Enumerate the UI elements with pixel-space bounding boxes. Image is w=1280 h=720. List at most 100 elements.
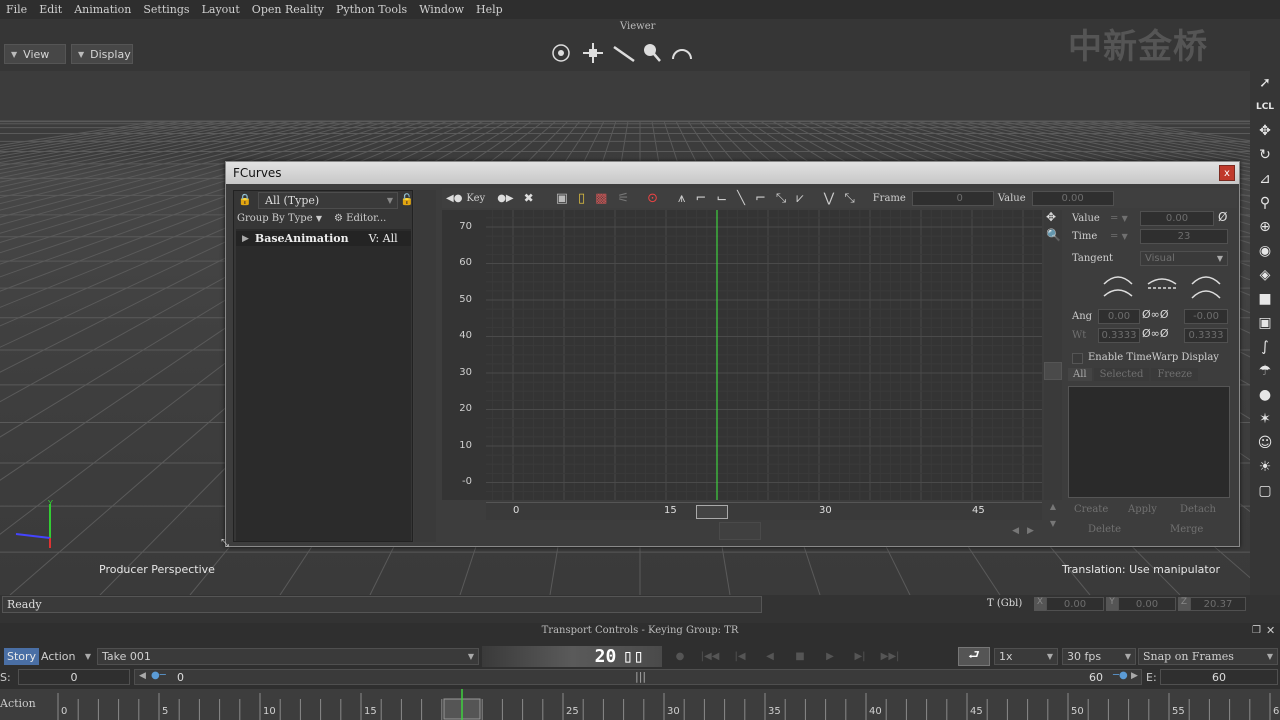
action-dropdown[interactable]: Action ▼ [37,648,95,665]
close-transport-icon[interactable]: ✕ [1266,624,1275,637]
tangent-auto-icon[interactable]: ⩗ [796,191,803,206]
pan-icon[interactable] [583,43,603,63]
delete-key-icon[interactable]: ✖ [524,191,534,205]
tw-merge-button[interactable]: Merge [1170,524,1203,535]
local-icon[interactable]: LCL [1250,95,1280,119]
fcurve-graph[interactable] [486,210,1042,500]
menu-python-tools[interactable]: Python Tools [330,3,413,16]
filter-icon[interactable]: ⚟ [617,191,629,206]
y-coord-field[interactable]: 0.00 [1118,597,1176,611]
time-ruler[interactable]: 0 15 30 45 [486,502,1042,520]
scale-icon[interactable]: ⊿ [1250,167,1280,191]
play-backward-icon[interactable]: ◀ [758,647,782,665]
scroll-right-icon[interactable]: ▶ [1027,526,1034,536]
next-key-icon[interactable]: ●▶ [497,193,513,204]
tangent-tcb-icon[interactable]: ⩚ [678,191,685,206]
globe-icon[interactable]: ◉ [1250,239,1280,263]
menu-layout[interactable]: Layout [196,3,246,16]
timewarp-checkbox[interactable] [1072,353,1083,364]
menu-edit[interactable]: Edit [33,3,68,16]
tangent-stepped-icon[interactable]: ⌐ [755,191,766,206]
frame-icon[interactable]: ▢ [1250,479,1280,503]
weight-right-field[interactable]: 0.3333 [1184,328,1228,343]
graph-scroll-handle[interactable] [1044,362,1062,380]
timewarp-list[interactable] [1068,386,1230,498]
prev-key-frame-icon[interactable]: |◀ [728,647,752,665]
fcurves-title-bar[interactable]: FCurves [226,162,1239,184]
translate-icon[interactable]: ✥ [1250,119,1280,143]
time-op-dropdown[interactable]: = ▼ [1110,231,1128,242]
tree-row-baseanimation[interactable]: ▶ BaseAnimation V: All [236,231,411,246]
angle-right-field[interactable]: -0.00 [1184,309,1228,324]
view-options-icon[interactable]: ▩ [595,191,607,206]
reset-value-icon[interactable]: Ø [1218,210,1227,224]
curve-icon[interactable]: ∫ [1250,335,1280,359]
loop-toggle-button[interactable]: ⮐ [958,647,990,666]
box-icon[interactable]: ▣ [1250,311,1280,335]
x-coord-field[interactable]: 0.00 [1046,597,1104,611]
timeline-ruler[interactable]: 051015202530354045505560 [38,689,1280,720]
record-icon[interactable]: ● [668,647,692,665]
angle-left-field[interactable]: 0.00 [1098,309,1140,324]
scroll-arrows[interactable]: ◀ ▶ [1004,522,1042,540]
menu-settings[interactable]: Settings [137,3,195,16]
start-frame-field[interactable]: 0 [18,669,130,685]
horizontal-scroll-handle[interactable] [719,522,761,540]
range-left-arrow-icon[interactable]: ◀ [139,671,146,681]
range-start-handle-icon[interactable]: ●─ [151,670,166,681]
goto-end-icon[interactable]: ▶▶| [878,647,902,665]
story-tab[interactable]: Story [4,648,40,665]
range-right-arrow-icon[interactable]: ▶ [1131,671,1138,681]
filter-dropdown[interactable]: All (Type) ▼ [258,192,398,209]
angle-lock-icon[interactable]: Ø∞Ø [1142,308,1168,321]
fps-dropdown[interactable]: 30 fps ▼ [1062,648,1136,665]
resize-grip-icon[interactable]: ⤡ [221,538,231,549]
lock-right-icon[interactable]: 🔓 [400,193,414,207]
close-button[interactable]: x [1219,165,1235,181]
pivot-icon[interactable]: ⊕ [1250,215,1280,239]
tangent-constant-icon[interactable]: ⌙ [716,191,727,206]
sphere-icon[interactable]: ● [1250,383,1280,407]
tangent-preset-smooth-icon[interactable] [1147,278,1177,289]
dolly-icon[interactable] [613,45,635,63]
scroll-left-icon[interactable]: ◀ [1012,526,1019,536]
tw-tab-selected[interactable]: Selected [1093,368,1150,381]
tangent-dropdown[interactable]: Visual ▼ [1140,251,1228,266]
zoom-icon[interactable] [644,44,661,62]
tangent-step-icon[interactable]: ⌐ [695,191,706,206]
display-menu-button[interactable]: ▼ Display [71,44,133,64]
stop-icon[interactable]: ■ [788,647,812,665]
menu-animation[interactable]: Animation [68,3,137,16]
speed-dropdown[interactable]: 1x ▼ [994,648,1058,665]
tangent-preset-break-icon[interactable] [1191,276,1221,299]
frame-field[interactable]: 0 [911,190,994,206]
goto-start-icon[interactable]: |◀◀ [698,647,722,665]
tw-tab-freeze[interactable]: Freeze [1151,368,1199,381]
flatten-icon[interactable]: ⋁ [824,191,835,206]
menu-open-reality[interactable]: Open Reality [246,3,330,16]
weight-lock-icon[interactable]: Ø∞Ø [1142,327,1168,340]
tangent-preset-auto-icon[interactable] [1103,276,1133,297]
current-frame-display[interactable]: 20 ▯▯ [482,646,662,667]
vertical-scroll-arrows[interactable]: ▲ ▼ [1044,502,1062,540]
restore-window-icon[interactable]: ❐ [1252,625,1261,636]
play-forward-icon[interactable]: ▶ [818,647,842,665]
z-coord-field[interactable]: 20.37 [1190,597,1246,611]
roll-icon[interactable] [672,49,692,60]
link-icon[interactable]: ⚲ [1250,191,1280,215]
value-prop-field[interactable]: 0.00 [1140,211,1214,226]
skeleton-icon[interactable]: ✶ [1250,407,1280,431]
splitter[interactable] [414,190,436,542]
character-icon[interactable]: ☺ [1250,431,1280,455]
time-prop-field[interactable]: 23 [1140,229,1228,244]
cube-icon[interactable]: ■ [1250,287,1280,311]
ruler-current-frame-handle[interactable] [696,505,728,519]
tw-tab-all[interactable]: All [1068,368,1092,381]
lock-icon[interactable]: 🔒 [238,193,254,207]
expand-arrow-icon[interactable]: ▶ [242,234,249,244]
prev-key-icon[interactable]: ◀● [446,193,462,204]
weight-left-field[interactable]: 0.3333 [1098,328,1140,343]
frame-selection-icon[interactable]: ▯ [578,191,585,206]
range-slider[interactable]: ◀ ●─ 0 ||| 60 ─● ▶ [134,669,1142,685]
end-frame-field[interactable]: 60 [1160,669,1278,685]
